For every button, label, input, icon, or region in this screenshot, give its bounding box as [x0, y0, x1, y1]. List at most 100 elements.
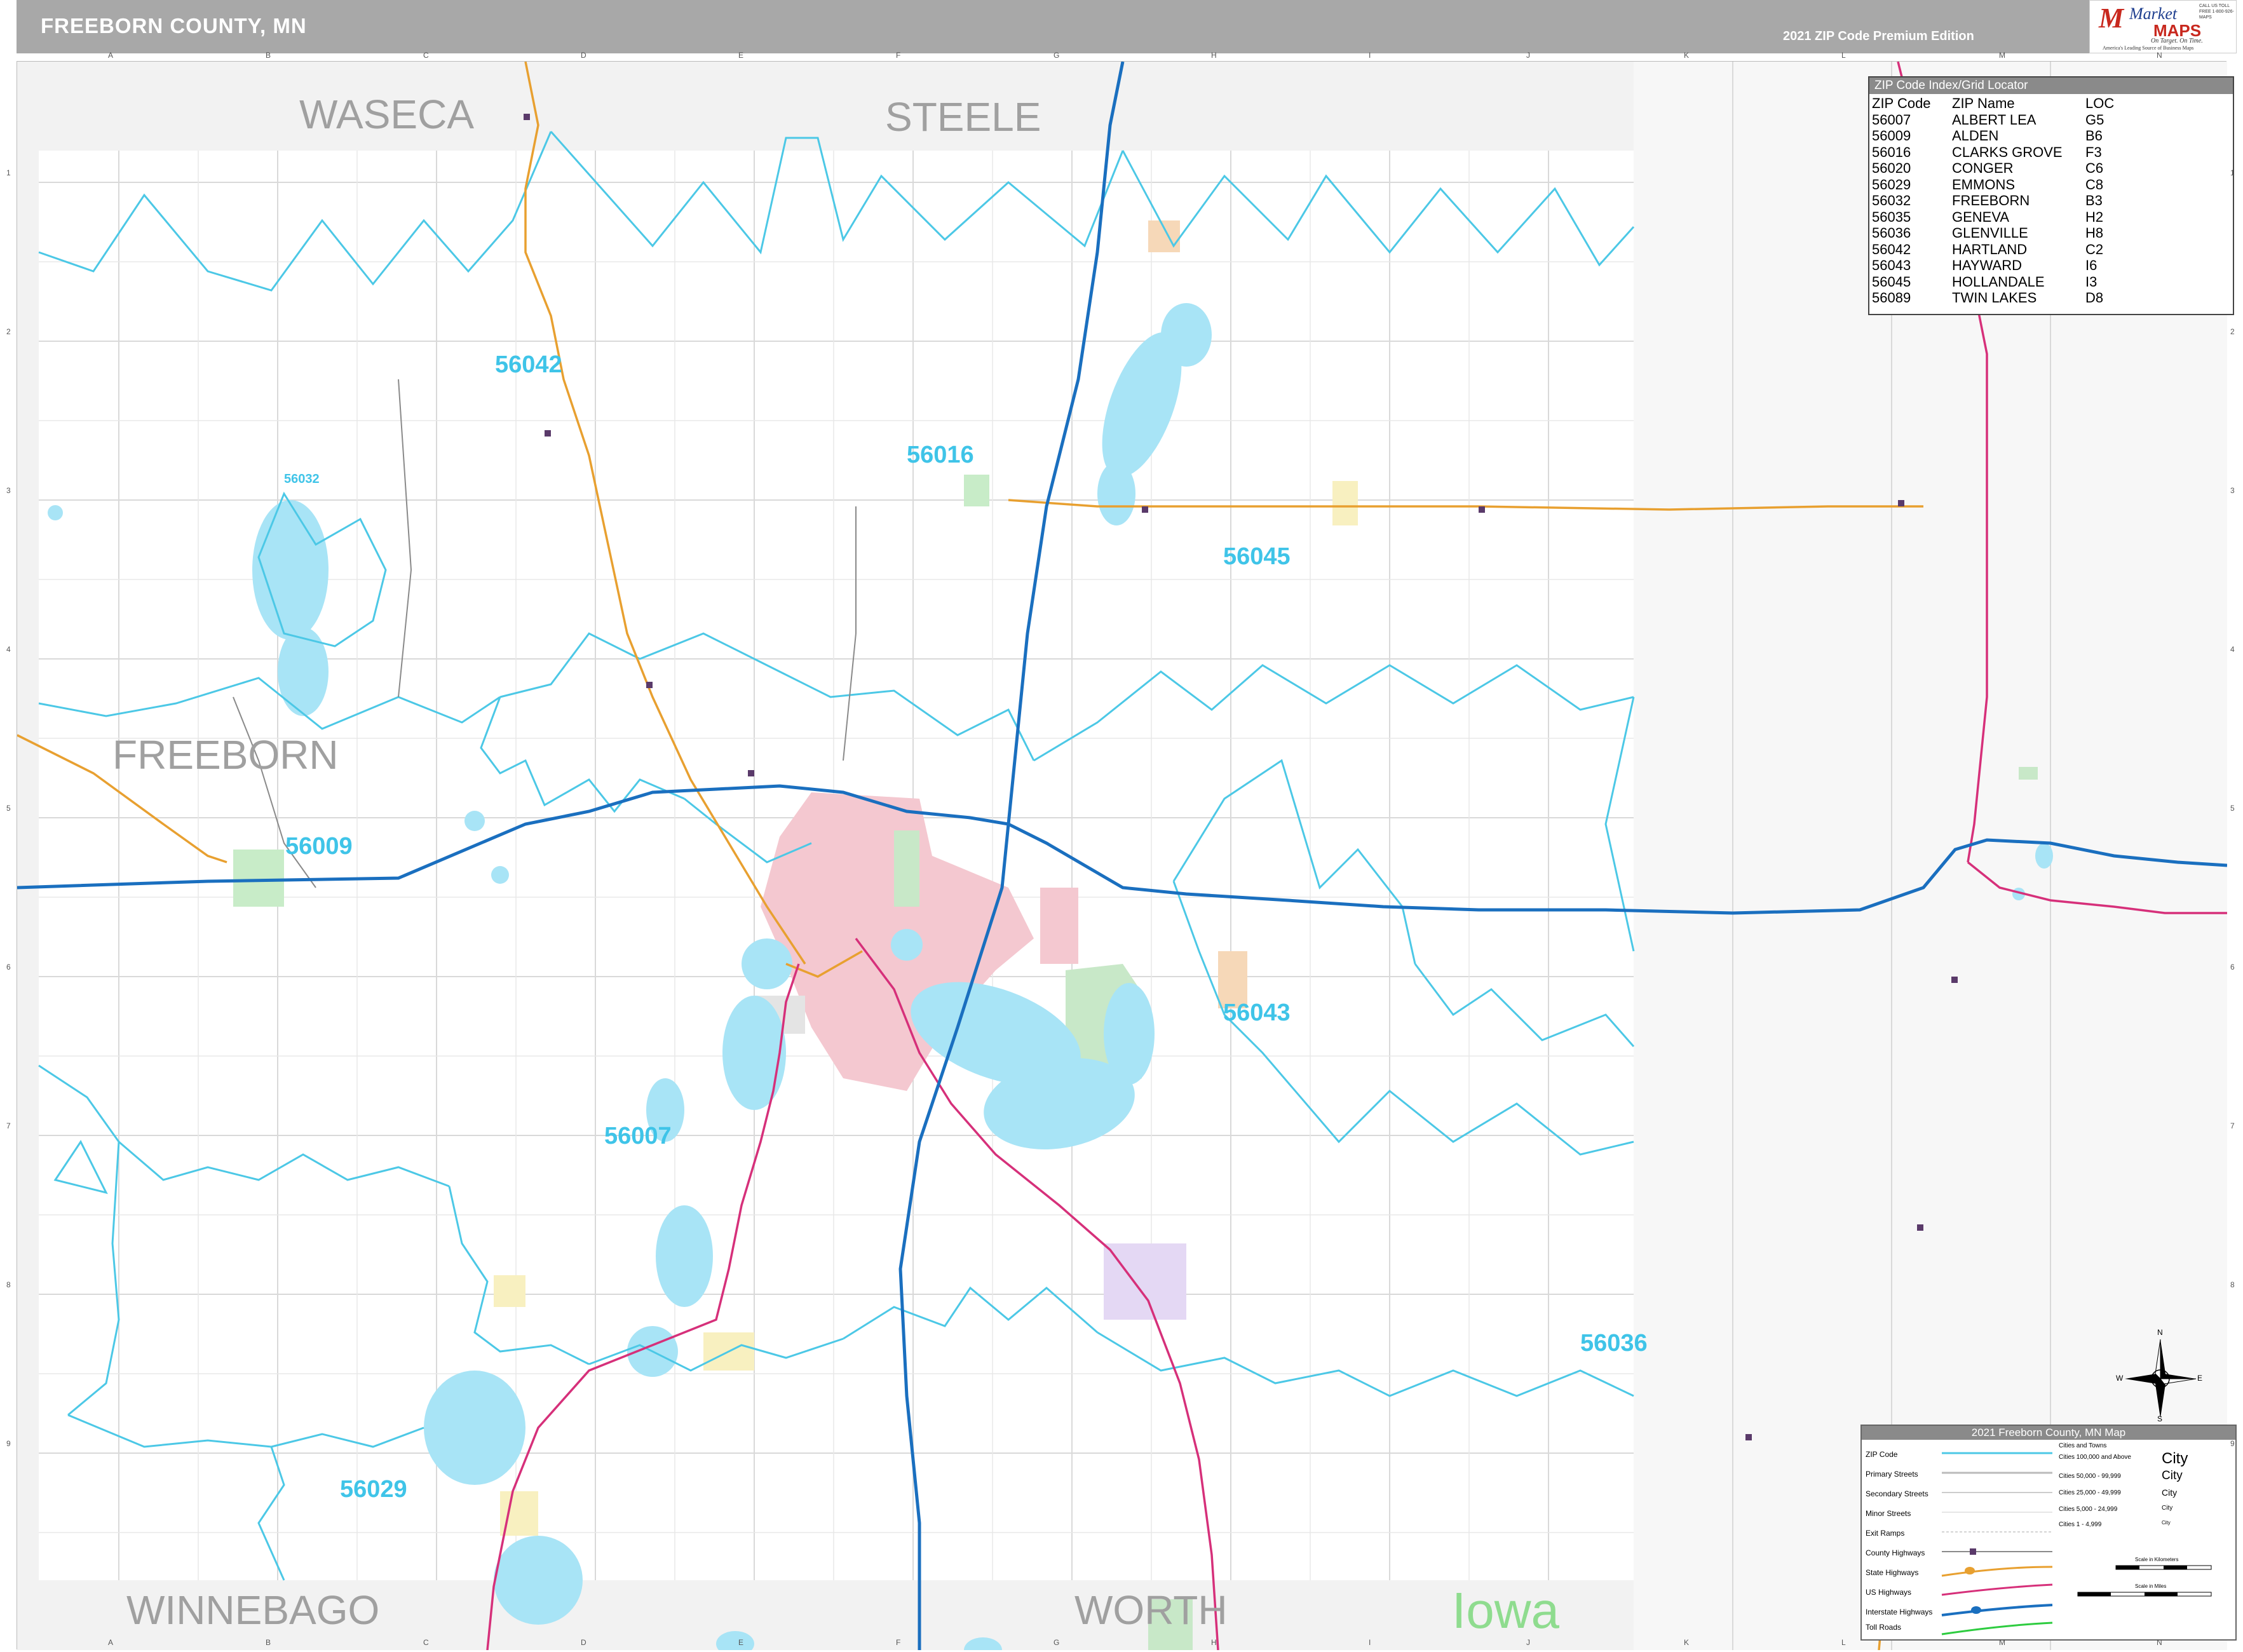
legend-city-class-1: Cities 100,000 and Above — [2059, 1454, 2131, 1461]
legend-item-interstate-highways: Interstate Highways — [1866, 1608, 1933, 1616]
zip-index-loc: H2 — [2085, 208, 2104, 225]
grid-column-label: I — [1369, 51, 1371, 60]
zip-index-zip: 56016 — [1872, 144, 1911, 160]
compass-s: S — [2157, 1414, 2163, 1423]
legend-scale-mi: Scale in Miles — [2135, 1583, 2167, 1589]
logo-slogan: America's Leading Source of Business Map… — [2103, 45, 2194, 51]
grid-row-label: 5 — [2230, 804, 2235, 813]
zip-index-row: 56007 ALBERT LEA G5 — [1872, 112, 2136, 128]
legend-city-class-3: Cities 25,000 - 49,999 — [2059, 1489, 2121, 1496]
zip-index-name: GENEVA — [1952, 208, 2010, 225]
legend-city-sample-5: City — [2162, 1520, 2171, 1526]
grid-row-label: 3 — [6, 486, 11, 495]
zip-index-zip: 56036 — [1872, 225, 1911, 241]
zip-index-loc: C2 — [2085, 241, 2104, 257]
zip-index-header-zip: ZIP Code — [1872, 95, 1931, 111]
grid-column-label: H — [1211, 1638, 1217, 1647]
zip-index-loc: I6 — [2085, 257, 2097, 273]
zip-index-header-loc: LOC — [2085, 95, 2115, 111]
grid-column-label: G — [1054, 51, 1060, 60]
legend-city-class-5: Cities 1 - 4,999 — [2059, 1521, 2102, 1528]
grid-row-label: 9 — [6, 1439, 11, 1448]
grid-column-label: B — [266, 1638, 271, 1647]
zip-index-row: 56016 CLARKS GROVE F3 — [1872, 144, 2136, 161]
state-label-iowa: Iowa — [1452, 1582, 1559, 1639]
zip-index-zip: 56045 — [1872, 273, 1911, 290]
grid-row-label: 8 — [6, 1280, 11, 1289]
county-label-freeborn: FREEBORN — [112, 732, 339, 778]
zip-index-zip: 56029 — [1872, 176, 1911, 193]
zip-label-56042[interactable]: 56042 — [495, 351, 562, 379]
compass-n: N — [2157, 1328, 2163, 1337]
zip-index-row: 56032 FREEBORN B3 — [1872, 193, 2136, 209]
grid-column-label: C — [423, 1638, 429, 1647]
legend-city-sample-4: City — [2162, 1505, 2173, 1512]
zip-label-56036[interactable]: 56036 — [1580, 1330, 1648, 1357]
zip-index-row: 56035 GENEVA H2 — [1872, 209, 2136, 226]
grid-column-label: C — [423, 51, 429, 60]
grid-row-label: 5 — [6, 804, 11, 813]
zip-label-56032[interactable]: 56032 — [284, 472, 320, 487]
map-legend: 2021 Freeborn County, MN Map ZIP Code Pr… — [1860, 1425, 2237, 1641]
grid-row-label: 8 — [2230, 1280, 2235, 1289]
zip-index-loc: B6 — [2085, 128, 2103, 144]
zip-index-loc: F3 — [2085, 144, 2102, 160]
grid-column-label: L — [1841, 51, 1846, 60]
zip-index-zip: 56009 — [1872, 128, 1911, 144]
legend-city-class-4: Cities 5,000 - 24,999 — [2059, 1506, 2118, 1513]
zip-label-56009[interactable]: 56009 — [285, 833, 353, 860]
county-label-waseca: WASECA — [299, 91, 474, 137]
grid-column-label: E — [738, 1638, 744, 1647]
grid-row-label: 6 — [2230, 963, 2235, 972]
zip-index-row: 56029 EMMONS C8 — [1872, 177, 2136, 193]
zip-index-loc: B3 — [2085, 193, 2103, 208]
compass-icon — [2125, 1339, 2197, 1418]
zip-index-header-name: ZIP Name — [1952, 95, 2015, 111]
zip-index-row: 56036 GLENVILLE H8 — [1872, 225, 2136, 241]
zip-index-zip: 56089 — [1872, 290, 1911, 306]
zip-index-loc: C8 — [2085, 176, 2104, 193]
county-label-steele: STEELE — [885, 94, 1041, 140]
legend-city-sample-3: City — [2162, 1487, 2178, 1498]
zip-label-56007[interactable]: 56007 — [604, 1123, 672, 1150]
zip-index-name: CLARKS GROVE — [1952, 144, 2063, 160]
grid-row-label: 1 — [6, 168, 11, 177]
grid-column-label: N — [2157, 1638, 2162, 1647]
zip-index-loc: C6 — [2085, 160, 2104, 176]
zip-index-zip: 56032 — [1872, 193, 1911, 208]
zip-index-name: ALDEN — [1952, 128, 1999, 144]
zip-label-56029[interactable]: 56029 — [340, 1476, 407, 1503]
legend-item-primary-streets: Primary Streets — [1866, 1470, 1918, 1479]
grid-column-label: K — [1684, 51, 1690, 60]
legend-city-sample-1: City — [2162, 1450, 2188, 1467]
zip-index-zip: 56020 — [1872, 160, 1911, 176]
compass-rose: N S W E — [2116, 1328, 2205, 1423]
zip-index-header-row: ZIP Code ZIP Name LOC — [1872, 95, 2136, 112]
zip-label-56045[interactable]: 56045 — [1223, 543, 1291, 571]
zip-index-grid: ZIP Code ZIP Name LOC 56007 ALBERT LEA G5 … — [1872, 95, 2136, 306]
logo-contact: CALL US TOLL FREE 1-800-926-MAPS — [2199, 4, 2234, 20]
zip-index-name: TWIN LAKES — [1952, 290, 2037, 306]
grid-column-label: D — [581, 1638, 586, 1647]
zip-index-name: EMMONS — [1952, 176, 2015, 193]
zip-index-name: CONGER — [1952, 160, 2014, 176]
grid-row-label: 9 — [2230, 1439, 2235, 1448]
county-label-winnebago: WINNEBAGO — [126, 1587, 380, 1633]
zip-index-row: 56009 ALDEN B6 — [1872, 128, 2136, 144]
logo-tagline: On Target. On Time. — [2151, 37, 2203, 44]
grid-row-label: 2 — [2230, 327, 2235, 336]
legend-item-toll-roads: Toll Roads — [1866, 1623, 1902, 1632]
zip-label-56043[interactable]: 56043 — [1223, 999, 1291, 1027]
grid-column-label: D — [581, 51, 586, 60]
legend-cities-heading: Cities and Towns — [2059, 1442, 2107, 1449]
zip-label-56016[interactable]: 56016 — [907, 442, 974, 469]
grid-column-label: L — [1841, 1638, 1846, 1647]
zip-index-row: 56020 CONGER C6 — [1872, 160, 2136, 177]
zip-index-name: ALBERT LEA — [1952, 111, 2036, 128]
zip-index-zip: 56042 — [1872, 241, 1911, 257]
zip-index-zip: 56035 — [1872, 208, 1911, 225]
county-label-worth: WORTH — [1074, 1587, 1228, 1633]
zip-index-row: 56089 TWIN LAKES D8 — [1872, 290, 2136, 306]
legend-item-exit-ramps: Exit Ramps — [1866, 1529, 1905, 1538]
logo-initial-m: M — [2099, 3, 2124, 34]
